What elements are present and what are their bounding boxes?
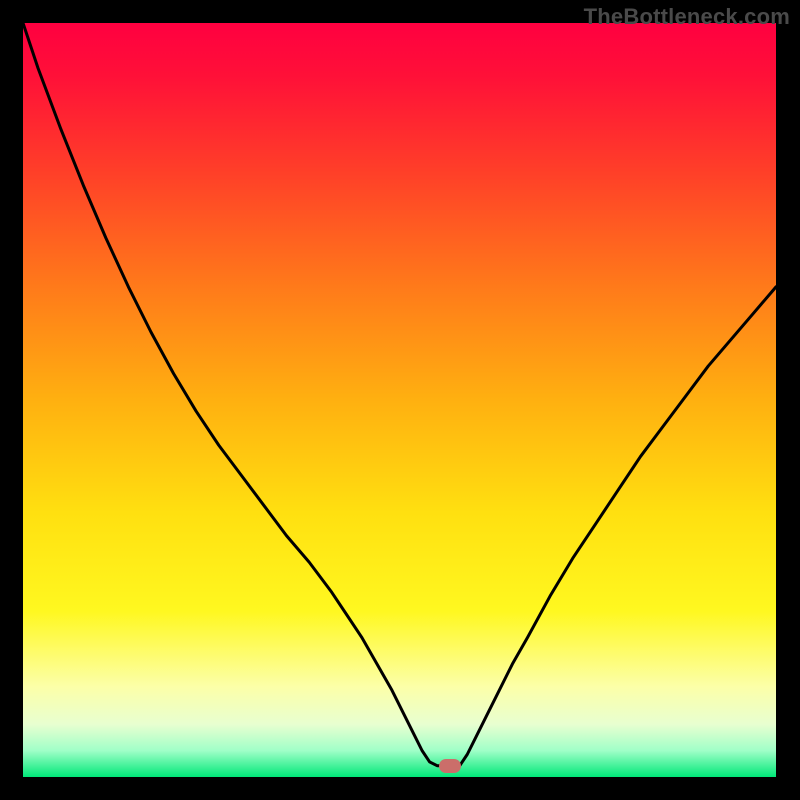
plot-area (23, 23, 776, 777)
gradient-background (23, 23, 776, 777)
watermark-text: TheBottleneck.com (584, 4, 790, 30)
optimal-marker (439, 759, 461, 773)
chart-frame: TheBottleneck.com (0, 0, 800, 800)
